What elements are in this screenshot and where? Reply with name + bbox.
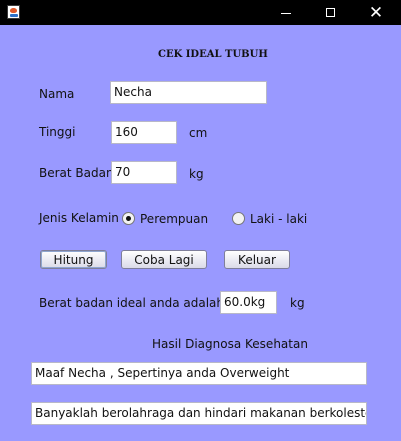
ideal-weight-output: 60.0kg: [220, 291, 277, 314]
berat-label: Berat Badan: [39, 166, 114, 180]
minimize-button[interactable]: [266, 0, 306, 25]
close-button[interactable]: ✕: [356, 0, 396, 25]
java-app-icon: [7, 5, 20, 19]
diagnosis-heading: Hasil Diagnosa Kesehatan: [152, 337, 308, 351]
maximize-button[interactable]: [310, 0, 350, 25]
radio-perempuan[interactable]: [122, 212, 135, 225]
title-bar: ✕: [0, 0, 401, 25]
form-title: CEK IDEAL TUBUH: [158, 49, 268, 60]
ideal-weight-unit: kg: [290, 296, 305, 310]
tinggi-unit: cm: [189, 126, 208, 140]
radio-selected-dot: [126, 216, 131, 221]
app-window: ✕ CEK IDEAL TUBUH Nama Necha Tinggi 160 …: [0, 0, 401, 441]
maximize-icon: [325, 8, 335, 17]
gender-label: Jenis Kelamin: [39, 211, 119, 225]
tinggi-input[interactable]: 160: [111, 121, 177, 144]
radio-perempuan-label[interactable]: Perempuan: [140, 212, 208, 226]
minimize-icon: [281, 13, 291, 14]
ideal-weight-label: Berat badan ideal anda adalah: [39, 296, 224, 310]
berat-unit: kg: [189, 167, 204, 181]
diagnosis-result-field[interactable]: Maaf Necha , Sepertinya anda Overweight: [31, 362, 367, 385]
berat-input[interactable]: 70: [111, 161, 177, 184]
hitung-button[interactable]: Hitung: [40, 250, 107, 269]
nama-label: Nama: [39, 87, 75, 101]
advice-field[interactable]: Banyaklah berolahraga dan hindari makana…: [31, 402, 367, 425]
tinggi-label: Tinggi: [39, 125, 76, 139]
nama-input[interactable]: Necha: [110, 81, 267, 104]
radio-laki-laki-label[interactable]: Laki - laki: [250, 212, 307, 226]
keluar-button[interactable]: Keluar: [224, 250, 290, 269]
radio-laki-laki[interactable]: [232, 212, 245, 225]
coba-lagi-button[interactable]: Coba Lagi: [121, 250, 207, 269]
close-icon: ✕: [368, 2, 384, 23]
